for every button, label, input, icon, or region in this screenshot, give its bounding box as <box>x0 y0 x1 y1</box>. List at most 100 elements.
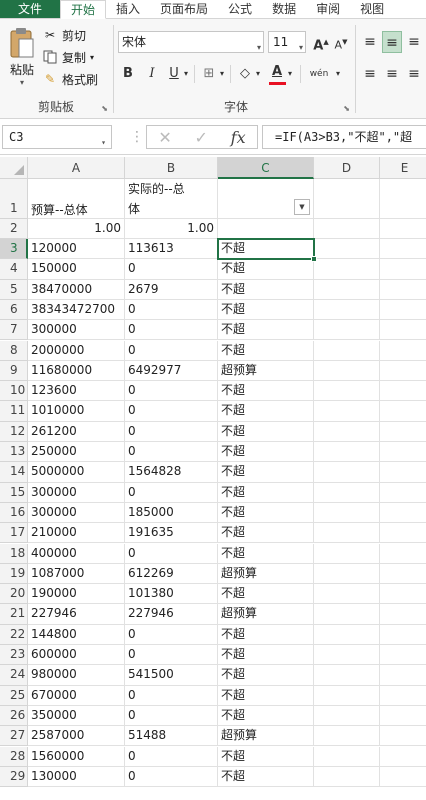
chevron-down-icon[interactable]: ▾ <box>334 63 342 85</box>
cell-b[interactable]: 1564828 <box>125 462 218 483</box>
cell-a[interactable]: 123600 <box>28 381 125 402</box>
tab-page-layout[interactable]: 页面布局 <box>150 0 218 18</box>
cell-c[interactable]: 不超 <box>218 766 314 788</box>
select-all-button[interactable] <box>0 157 28 179</box>
cell-e[interactable] <box>380 401 426 422</box>
cell-c[interactable]: 不超 <box>218 401 314 422</box>
align-left-icon[interactable]: ≡ <box>360 63 380 85</box>
bold-button[interactable]: B <box>120 63 136 85</box>
font-color-button[interactable]: A <box>268 61 286 83</box>
row-header[interactable]: 5 <box>0 279 28 300</box>
cell-d[interactable] <box>314 746 380 767</box>
chevron-down-icon[interactable]: ▾ <box>218 63 226 85</box>
tab-data[interactable]: 数据 <box>262 0 306 18</box>
cell-e[interactable] <box>380 767 426 788</box>
cell-b[interactable]: 0 <box>125 299 218 321</box>
tab-formulas[interactable]: 公式 <box>218 0 262 18</box>
cell-a[interactable]: 300000 <box>28 502 125 524</box>
cell-d[interactable] <box>314 543 380 564</box>
tab-review[interactable]: 审阅 <box>306 0 350 18</box>
cell-a[interactable]: 227946 <box>28 604 125 625</box>
cell-c[interactable]: 超预算 <box>218 604 314 625</box>
cell-b[interactable]: 541500 <box>125 665 218 686</box>
cell-c1[interactable]: ▼ <box>218 179 314 219</box>
cell-b[interactable]: 0 <box>125 482 218 503</box>
cell-a[interactable]: 1087000 <box>28 563 125 585</box>
tab-file[interactable]: 文件 <box>0 0 60 18</box>
row-header[interactable]: 27 <box>0 726 28 747</box>
cell-b[interactable]: 0 <box>125 259 218 280</box>
cell-a[interactable]: 38343472700 <box>28 299 125 321</box>
cell-b[interactable]: 0 <box>125 442 218 463</box>
cell-c[interactable]: 不超 <box>218 543 314 564</box>
cell-e1[interactable] <box>380 179 426 219</box>
cell-d[interactable] <box>314 279 380 300</box>
row-header[interactable]: 23 <box>0 645 28 666</box>
cell-b[interactable]: 6492977 <box>125 360 218 382</box>
cell-c[interactable]: 不超 <box>218 299 314 321</box>
cell-c[interactable]: 不超 <box>218 685 314 706</box>
cell-a1[interactable]: 预算--总体 <box>28 179 125 219</box>
cell-e[interactable] <box>380 239 426 260</box>
cell-b[interactable]: 0 <box>125 381 218 402</box>
cell-d[interactable] <box>314 604 380 625</box>
cell-d[interactable] <box>314 624 380 645</box>
cell-e[interactable] <box>380 564 426 585</box>
cancel-icon[interactable]: ✕ <box>158 128 171 147</box>
cell-a[interactable]: 400000 <box>28 543 125 564</box>
cell-b[interactable]: 0 <box>125 705 218 727</box>
cell-b[interactable]: 0 <box>125 401 218 422</box>
paste-button[interactable]: 粘贴 ▾ <box>4 23 40 101</box>
row-header[interactable]: 1 <box>0 179 28 219</box>
row-header[interactable]: 21 <box>0 604 28 625</box>
cell-d[interactable] <box>314 563 380 585</box>
cell-a2[interactable]: 1.00 <box>28 219 125 239</box>
row-header[interactable]: 10 <box>0 381 28 402</box>
cell-b1[interactable]: 实际的--总 体 <box>125 179 218 219</box>
cell-a[interactable]: 1560000 <box>28 746 125 767</box>
cell-e[interactable] <box>380 584 426 605</box>
align-middle-icon[interactable]: ≡ <box>382 31 402 53</box>
copy-button[interactable]: 复制 ▾ <box>42 47 94 67</box>
cell-e[interactable] <box>380 544 426 564</box>
cell-a[interactable]: 5000000 <box>28 462 125 483</box>
filter-dropdown-icon[interactable]: ▼ <box>294 199 310 215</box>
chevron-down-icon[interactable]: ▾ <box>254 63 262 85</box>
cell-e[interactable] <box>380 462 426 483</box>
dialog-launcher-icon[interactable]: ⬊ <box>101 104 108 113</box>
formula-input[interactable]: =IF(A3>B3,"不超","超 <box>262 125 426 149</box>
cell-a[interactable]: 250000 <box>28 442 125 463</box>
cell-b[interactable]: 191635 <box>125 523 218 544</box>
more-options-icon[interactable]: ⋮ <box>130 129 144 145</box>
row-header[interactable]: 7 <box>0 320 28 341</box>
cell-d[interactable] <box>314 645 380 666</box>
cell-b[interactable]: 0 <box>125 421 218 442</box>
cell-c[interactable]: 不超 <box>218 705 314 727</box>
cell-c[interactable]: 不超 <box>218 279 314 300</box>
grow-font-button[interactable]: A▲ <box>312 31 330 53</box>
cell-a[interactable]: 11680000 <box>28 360 125 382</box>
row-header[interactable]: 25 <box>0 685 28 706</box>
cell-d2[interactable] <box>314 219 380 239</box>
row-header[interactable]: 20 <box>0 584 28 605</box>
phonetic-guide-icon[interactable]: wén <box>306 63 332 85</box>
cell-c[interactable]: 不超 <box>218 502 314 524</box>
row-header[interactable]: 6 <box>0 299 28 321</box>
cell-d[interactable] <box>314 584 380 605</box>
row-header[interactable]: 2 <box>0 219 28 239</box>
cell-c[interactable]: 不超 <box>218 340 314 361</box>
shrink-font-button[interactable]: A▼ <box>332 31 350 53</box>
font-size-select[interactable]: 11 ▾ <box>268 31 306 53</box>
cell-d[interactable] <box>314 259 380 280</box>
cell-e[interactable] <box>380 645 426 666</box>
align-center-icon[interactable]: ≡ <box>382 63 402 85</box>
row-header[interactable]: 17 <box>0 523 28 544</box>
cell-a[interactable]: 350000 <box>28 705 125 727</box>
cell-b[interactable]: 0 <box>125 766 218 788</box>
cell-e[interactable] <box>380 422 426 442</box>
font-name-select[interactable]: 宋体 ▾ <box>118 31 264 53</box>
row-header[interactable]: 13 <box>0 442 28 463</box>
cell-c[interactable]: 超预算 <box>218 360 314 382</box>
cell-d[interactable] <box>314 381 380 402</box>
column-header-c[interactable]: C <box>218 157 314 179</box>
